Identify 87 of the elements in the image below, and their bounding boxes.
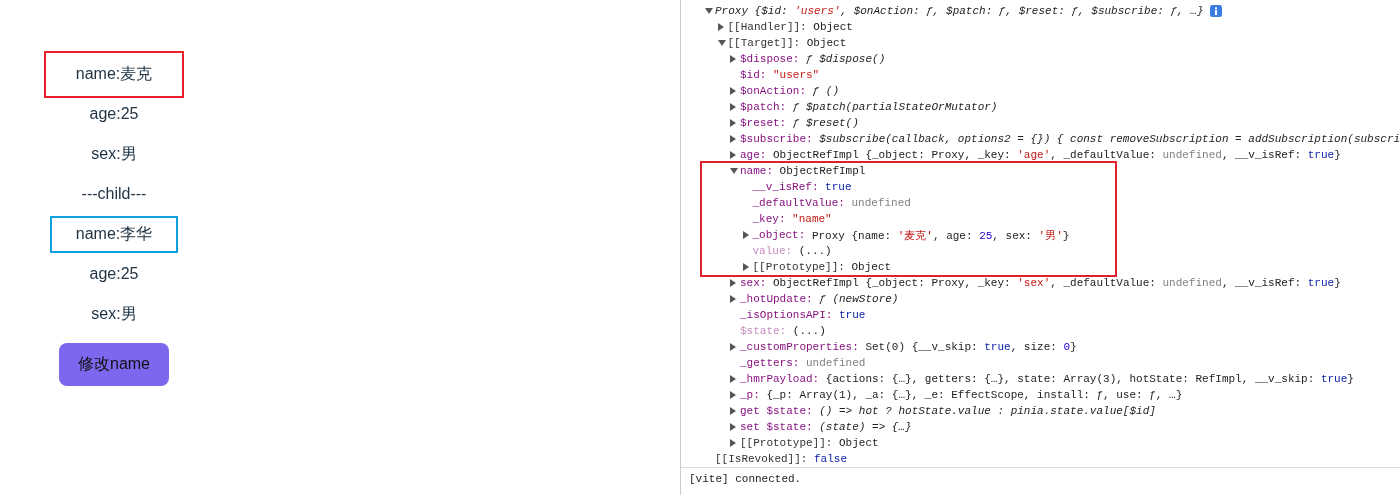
field-label: sex:男 <box>91 303 137 324</box>
property-key: value: <box>752 245 793 257</box>
property-key: age: <box>740 149 767 161</box>
property-key: _hotUpdate: <box>740 293 813 305</box>
caret-right-icon[interactable] <box>742 263 749 271</box>
property-key: __v_isRef: <box>752 181 819 193</box>
field-label: ---child--- <box>81 185 147 203</box>
property-key: [[Handler]]: <box>727 21 807 33</box>
field-label: sex:男 <box>91 143 137 164</box>
property-value: ObjectRefImpl {_object: Proxy, _key: 'sex', _defaultValue: undefined, __v_isRef: true} <box>773 277 1341 289</box>
property-key: $reset: <box>740 117 787 129</box>
caret-right-icon[interactable] <box>730 279 736 287</box>
property-value: ƒ () <box>812 85 839 97</box>
property-value: Object <box>813 21 853 33</box>
caret-right-icon[interactable] <box>730 423 736 431</box>
caret-right-icon[interactable] <box>730 135 736 143</box>
property-value: ObjectRefImpl {_object: Proxy, _key: 'age', _defaultValue: undefined, __v_isRef: true} <box>773 149 1341 161</box>
caret-right-icon[interactable] <box>730 55 736 63</box>
property-key: [[Prototype]]: <box>740 437 833 449</box>
property-value: Object <box>851 261 892 273</box>
caret-right-icon[interactable] <box>730 295 736 303</box>
console-message: [vite] connected. <box>681 467 1400 485</box>
property-value: undefined <box>806 357 866 369</box>
property-value: "name" <box>792 213 832 225</box>
property-value: ObjectRefImpl <box>779 165 866 177</box>
property-value: ƒ $patch(partialStateOrMutator) <box>792 101 998 113</box>
caret-right-icon[interactable] <box>730 87 736 95</box>
property-value: undefined <box>851 197 911 209</box>
caret-right-icon[interactable] <box>730 103 736 111</box>
property-key: $state: <box>740 325 787 337</box>
caret-right-icon[interactable] <box>730 343 736 351</box>
property-key: $patch: <box>740 101 787 113</box>
info-icon[interactable] <box>1209 5 1222 17</box>
caret-right-icon[interactable] <box>730 151 736 159</box>
property-key: _hmrPayload: <box>740 373 820 385</box>
caret-right-icon[interactable] <box>742 231 749 239</box>
property-value: Set(0) {__v_skip: true, size: 0} <box>865 341 1077 353</box>
caret-right-icon[interactable] <box>717 23 724 31</box>
property-key: sex: <box>740 277 767 289</box>
property-key: _defaultValue: <box>752 197 845 209</box>
property-key: set $state: <box>740 421 813 433</box>
field-label: age:25 <box>89 105 139 123</box>
property-value: ƒ $reset() <box>792 117 859 129</box>
property-key: name: <box>740 165 773 177</box>
property-value: Object <box>806 37 847 49</box>
property-key: _getters: <box>740 357 800 369</box>
property-value: Proxy {name: '麦克', age: 25, sex: '男'} <box>811 228 1070 243</box>
property-value: {actions: {…}, getters: {…}, state: Array(3), hotState: RefImpl, __v_skip: true} <box>825 373 1354 385</box>
caret-right-icon[interactable] <box>730 391 736 399</box>
property-key: _customProperties: <box>740 341 859 353</box>
property-value: false <box>814 453 848 465</box>
caret-right-icon[interactable] <box>730 119 736 127</box>
property-key: $onAction: <box>740 85 806 97</box>
field-label: name:李华 <box>49 215 179 253</box>
property-value: Object <box>839 437 879 449</box>
caret-right-icon[interactable] <box>730 375 736 383</box>
property-value: {_p: Array(1), _a: {…}, _e: EffectScope, install: ƒ, use: ƒ, …} <box>766 389 1183 401</box>
property-key: _p: <box>740 389 760 401</box>
change-name-button[interactable]: 修改name <box>59 343 169 386</box>
property-key: _object: <box>752 229 806 241</box>
caret-right-icon[interactable] <box>730 407 736 415</box>
property-key: [[Prototype]]: <box>752 261 845 273</box>
property-key: _isOptionsAPI: <box>740 309 833 321</box>
caret-down-icon[interactable] <box>730 168 738 174</box>
property-key: $id: <box>740 69 767 81</box>
property-value: "users" <box>773 69 820 81</box>
field-label: name:麦克 <box>43 50 185 98</box>
property-value: ƒ $dispose() <box>806 53 886 65</box>
property-key: [[IsRevoked]]: <box>715 453 808 465</box>
property-value: (...) <box>792 325 826 337</box>
caret-down-icon[interactable] <box>705 8 713 14</box>
property-key: $subscribe: <box>740 133 813 145</box>
property-value: (state) => {…} <box>819 421 912 433</box>
property-value: () => hot ? hotState.value : pinia.state.value[$id] <box>819 405 1156 417</box>
property-value: ƒ (newStore) <box>819 293 899 305</box>
field-label: age:25 <box>89 265 139 283</box>
property-value: (...) <box>798 245 832 257</box>
property-value: true <box>839 309 866 321</box>
property-key: _key: <box>752 213 786 225</box>
property-key: [[Target]]: <box>727 37 801 49</box>
property-key: $dispose: <box>740 53 800 65</box>
property-value: true <box>825 181 852 193</box>
property-value: $subscribe(callback, options2 = {}) { const removeSubscription = addSubscription(subscri <box>819 133 1400 145</box>
property-value: Proxy {$id: 'users', $onAction: ƒ, $patch: ƒ, $reset: ƒ, $subscribe: ƒ, …} <box>715 5 1204 17</box>
caret-down-icon[interactable] <box>717 40 726 46</box>
caret-right-icon[interactable] <box>730 439 736 447</box>
property-key: get $state: <box>740 405 813 417</box>
